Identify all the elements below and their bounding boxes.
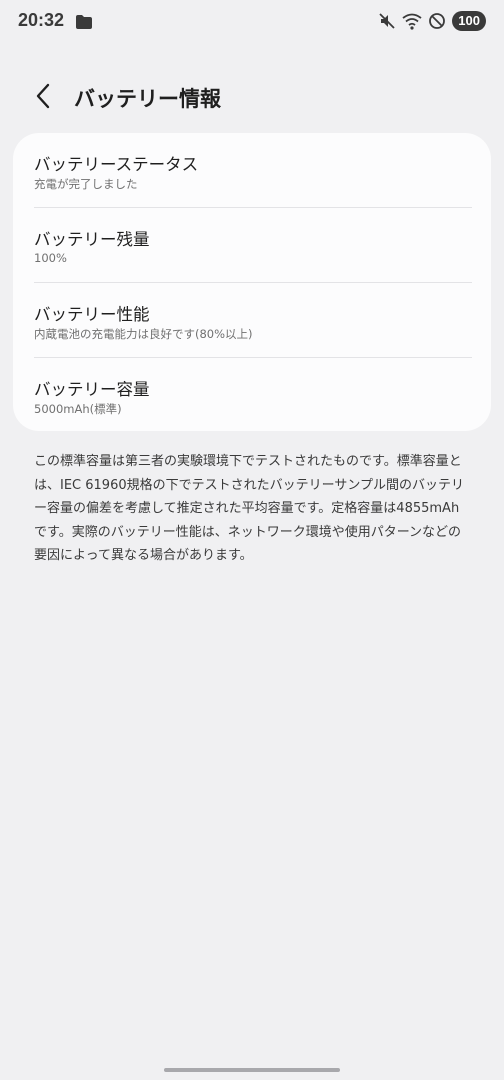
battery-status-item[interactable]: バッテリーステータス 充電が完了しました — [34, 133, 472, 207]
item-title: バッテリーステータス — [34, 155, 199, 174]
item-title: バッテリー性能 — [34, 305, 150, 324]
page-title: バッテリー情報 — [74, 87, 221, 111]
mute-icon — [378, 12, 396, 30]
battery-performance-item[interactable]: バッテリー性能 内蔵電池の充電能力は良好です(80%以上) — [34, 283, 472, 357]
app-header: バッテリー情報 — [0, 74, 504, 118]
capacity-note: この標準容量は第三者の実験環境下でテストされたものです。標準容量とは、IEC 6… — [34, 454, 464, 563]
item-title: バッテリー容量 — [34, 380, 150, 399]
item-subtitle: 5000mAh(標準) — [34, 402, 122, 416]
folder-icon — [76, 14, 92, 29]
item-subtitle: 充電が完了しました — [34, 177, 138, 191]
home-indicator[interactable] — [164, 1068, 340, 1072]
battery-level-item[interactable]: バッテリー残量 100% — [34, 208, 472, 282]
item-title: バッテリー残量 — [34, 230, 150, 249]
battery-info-card: バッテリーステータス 充電が完了しました バッテリー残量 100% バッテリー性… — [13, 133, 491, 431]
do-not-disturb-icon — [428, 12, 446, 30]
status-time: 20:32 — [18, 10, 65, 30]
item-subtitle: 100% — [34, 251, 67, 265]
item-subtitle: 内蔵電池の充電能力は良好です(80%以上) — [34, 327, 253, 341]
back-button[interactable] — [28, 80, 60, 112]
status-bar: 20:32 100 — [0, 0, 504, 44]
status-icons: 100 — [378, 11, 486, 31]
battery-level-badge: 100 — [452, 11, 486, 31]
back-arrow-icon — [36, 83, 50, 109]
battery-capacity-item[interactable]: バッテリー容量 5000mAh(標準) — [34, 358, 472, 432]
wifi-icon — [402, 12, 422, 30]
